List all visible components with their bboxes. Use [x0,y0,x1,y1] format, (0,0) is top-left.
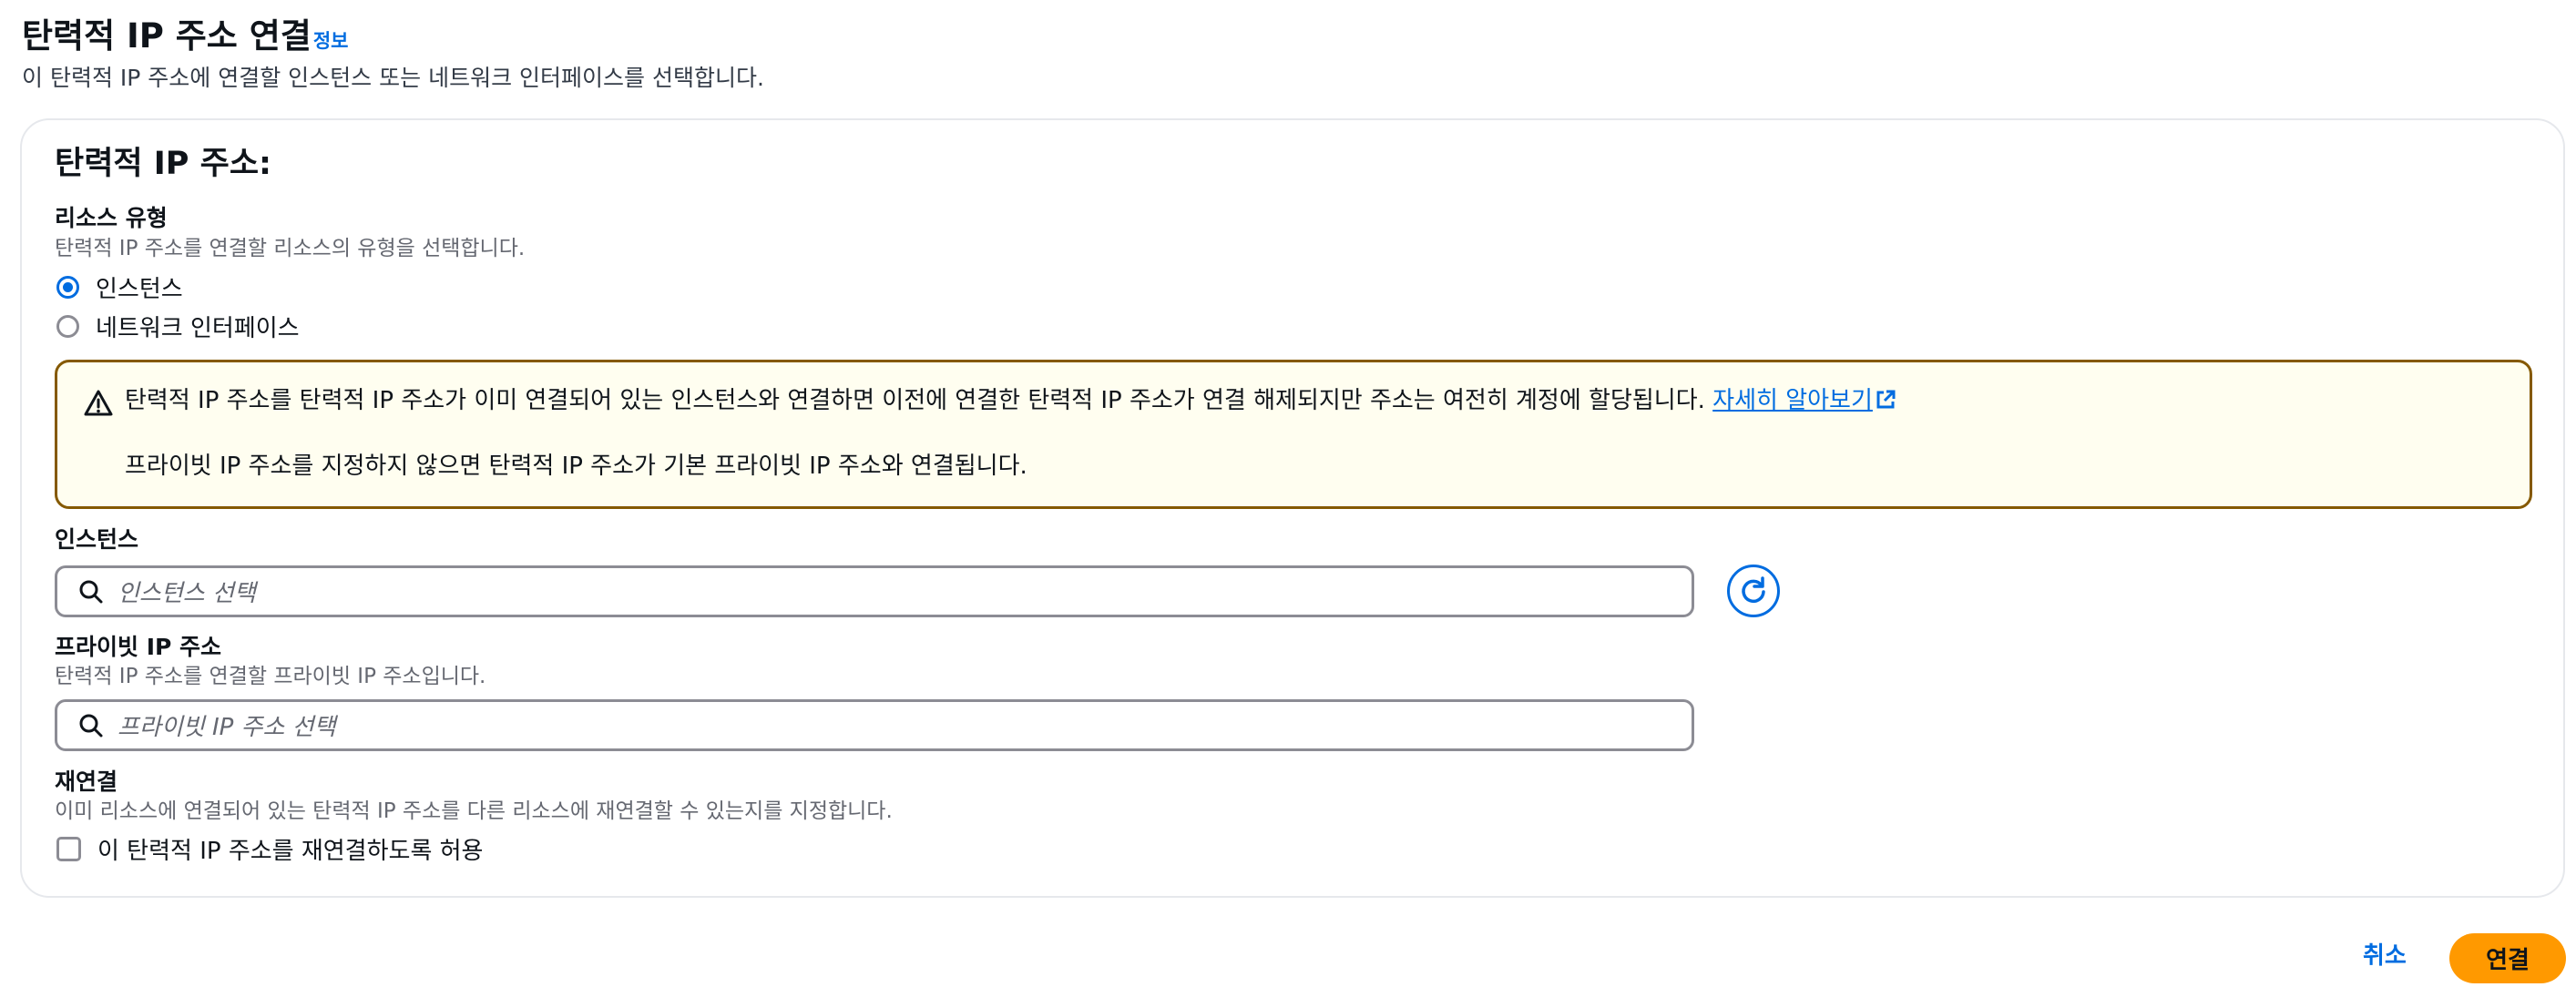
external-link-icon [1876,390,1896,409]
reassociation-checkbox-row[interactable]: 이 탄력적 IP 주소를 재연결하도록 허용 [55,830,483,867]
page-description: 이 탄력적 IP 주소에 연결할 인스턴스 또는 네트워크 인터페이스를 선택합… [22,65,764,91]
cancel-button[interactable]: 취소 [2363,938,2407,974]
refresh-icon [1742,576,1765,604]
refresh-button[interactable] [1727,565,1780,617]
associate-button[interactable]: 연결 [2449,933,2566,983]
reassociation-label: 재연결 [55,768,118,795]
reassociation-description: 이미 리소스에 연결되어 있는 탄력적 IP 주소를 다른 리소스에 재연결할 … [55,799,893,823]
private-ip-select-placeholder: 프라이빗 IP 주소 선택 [118,714,336,741]
warning-icon [84,390,113,416]
instance-select[interactable]: 인스턴스 선택 [55,565,1694,617]
radio-network-interface-button[interactable] [56,314,79,338]
instance-select-placeholder: 인스턴스 선택 [118,580,256,607]
private-ip-label: 프라이빗 IP 주소 [55,634,222,660]
resource-type-description: 탄력적 IP 주소를 연결할 리소스의 유형을 선택합니다. [55,237,526,260]
alert-text-line1: 탄력적 IP 주소를 탄력적 IP 주소가 이미 연결되어 있는 인스턴스와 연… [125,382,1896,419]
reassociation-checkbox[interactable] [56,836,81,861]
learn-more-link[interactable]: 자세히 알아보기 [1712,387,1896,414]
radio-instance-label: 인스턴스 [96,275,183,303]
warning-alert: 탄력적 IP 주소를 탄력적 IP 주소가 이미 연결되어 있는 인스턴스와 연… [55,360,2532,509]
radio-instance[interactable]: 인스턴스 [55,269,183,305]
private-ip-description: 탄력적 IP 주소를 연결할 프라이빗 IP 주소입니다. [55,665,486,688]
page-title: 탄력적 IP 주소 연결 [22,16,312,56]
resource-type-label: 리소스 유형 [55,205,168,231]
alert-text-line2: 프라이빗 IP 주소를 지정하지 않으면 탄력적 IP 주소가 기본 프라이빗 … [125,453,1027,480]
radio-network-interface-label: 네트워크 인터페이스 [96,314,300,342]
instance-label: 인스턴스 [55,526,139,553]
alert-text: 탄력적 IP 주소를 탄력적 IP 주소가 이미 연결되어 있는 인스턴스와 연… [125,387,1705,414]
radio-network-interface[interactable]: 네트워크 인터페이스 [55,308,300,344]
page-header: 탄력적 IP 주소 연결정보 이 탄력적 IP 주소에 연결할 인스턴스 또는 … [22,13,764,95]
search-icon [79,714,103,737]
reassociation-checkbox-label: 이 탄력적 IP 주소를 재연결하도록 허용 [97,837,484,865]
private-ip-select[interactable]: 프라이빗 IP 주소 선택 [55,699,1694,751]
radio-instance-button[interactable] [56,275,79,299]
search-icon [79,580,103,603]
section-title: 탄력적 IP 주소: [55,146,272,182]
learn-more-link-label: 자세히 알아보기 [1712,387,1873,414]
info-link[interactable]: 정보 [313,30,349,52]
